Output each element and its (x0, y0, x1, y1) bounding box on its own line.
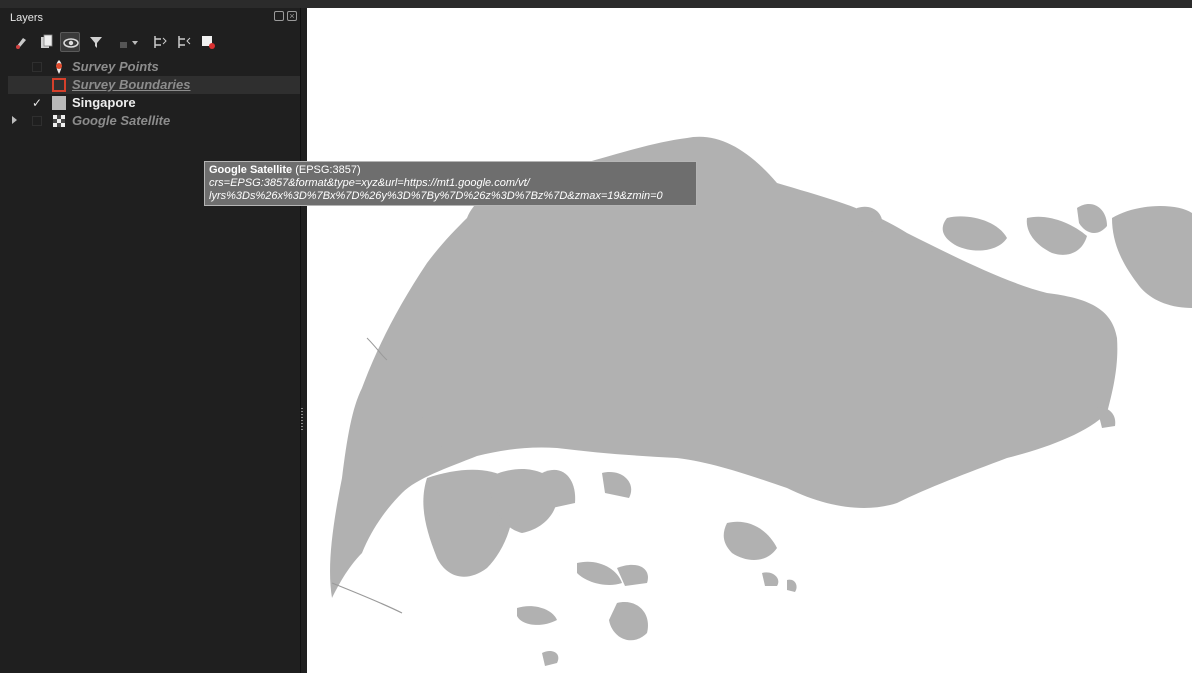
add-group-icon[interactable] (36, 32, 56, 52)
layer-visibility-checkbox[interactable] (32, 80, 42, 90)
style-paint-icon[interactable] (12, 32, 32, 52)
expand-all-icon[interactable] (150, 32, 170, 52)
layer-row-survey-points[interactable]: Survey Points (8, 58, 300, 76)
window-top-strip (0, 0, 1192, 8)
close-panel-icon[interactable]: × (287, 11, 297, 21)
layer-visibility-checkbox[interactable] (32, 116, 42, 126)
layer-tree: Survey Points Survey Boundaries ✓ Singap… (8, 58, 300, 130)
layer-row-survey-boundaries[interactable]: Survey Boundaries (8, 76, 300, 94)
singapore-land (330, 136, 1192, 666)
visibility-eye-icon[interactable] (60, 32, 80, 52)
polygon-fill-icon (51, 95, 67, 111)
point-layer-icon (51, 59, 67, 75)
layer-row-google-satellite[interactable]: Google Satellite (8, 112, 300, 130)
layers-toolbar (12, 32, 242, 54)
tooltip-source-line-1: crs=EPSG:3857&format&type=xyz&url=https:… (209, 177, 530, 189)
tooltip-title: Google Satellite (EPSG:3857) (209, 164, 692, 177)
layer-row-singapore[interactable]: ✓ Singapore (8, 94, 300, 112)
panel-splitter[interactable] (301, 408, 303, 430)
layer-tooltip: Google Satellite (EPSG:3857) crs=EPSG:38… (204, 161, 697, 206)
layer-name: Survey Points (72, 59, 159, 74)
filter-expression-icon[interactable] (116, 32, 138, 52)
panel-title: Layers (10, 12, 44, 24)
remove-layer-icon[interactable] (198, 32, 218, 52)
tooltip-crs: (EPSG:3857) (295, 164, 361, 176)
filter-icon[interactable] (86, 32, 106, 52)
tooltip-layer-name: Google Satellite (209, 164, 293, 176)
expand-arrow-icon[interactable] (12, 116, 17, 124)
layer-visibility-checkbox[interactable]: ✓ (32, 97, 42, 109)
tooltip-source-line-2: lyrs%3Ds%26x%3D%7Bx%7D%26y%3D%7By%7D%26z… (209, 190, 663, 202)
layer-name: Google Satellite (72, 113, 171, 128)
raster-layer-icon (51, 113, 67, 129)
layers-panel: Layers × Survey Points Survey Boundaries… (0, 8, 301, 673)
layer-name: Survey Boundaries (72, 77, 191, 92)
map-canvas[interactable] (307, 8, 1192, 673)
collapse-all-icon[interactable] (174, 32, 194, 52)
polygon-layer-icon (51, 77, 67, 93)
float-panel-icon[interactable] (274, 11, 284, 21)
layer-name: Singapore (72, 95, 136, 110)
layer-visibility-checkbox[interactable] (32, 62, 42, 72)
